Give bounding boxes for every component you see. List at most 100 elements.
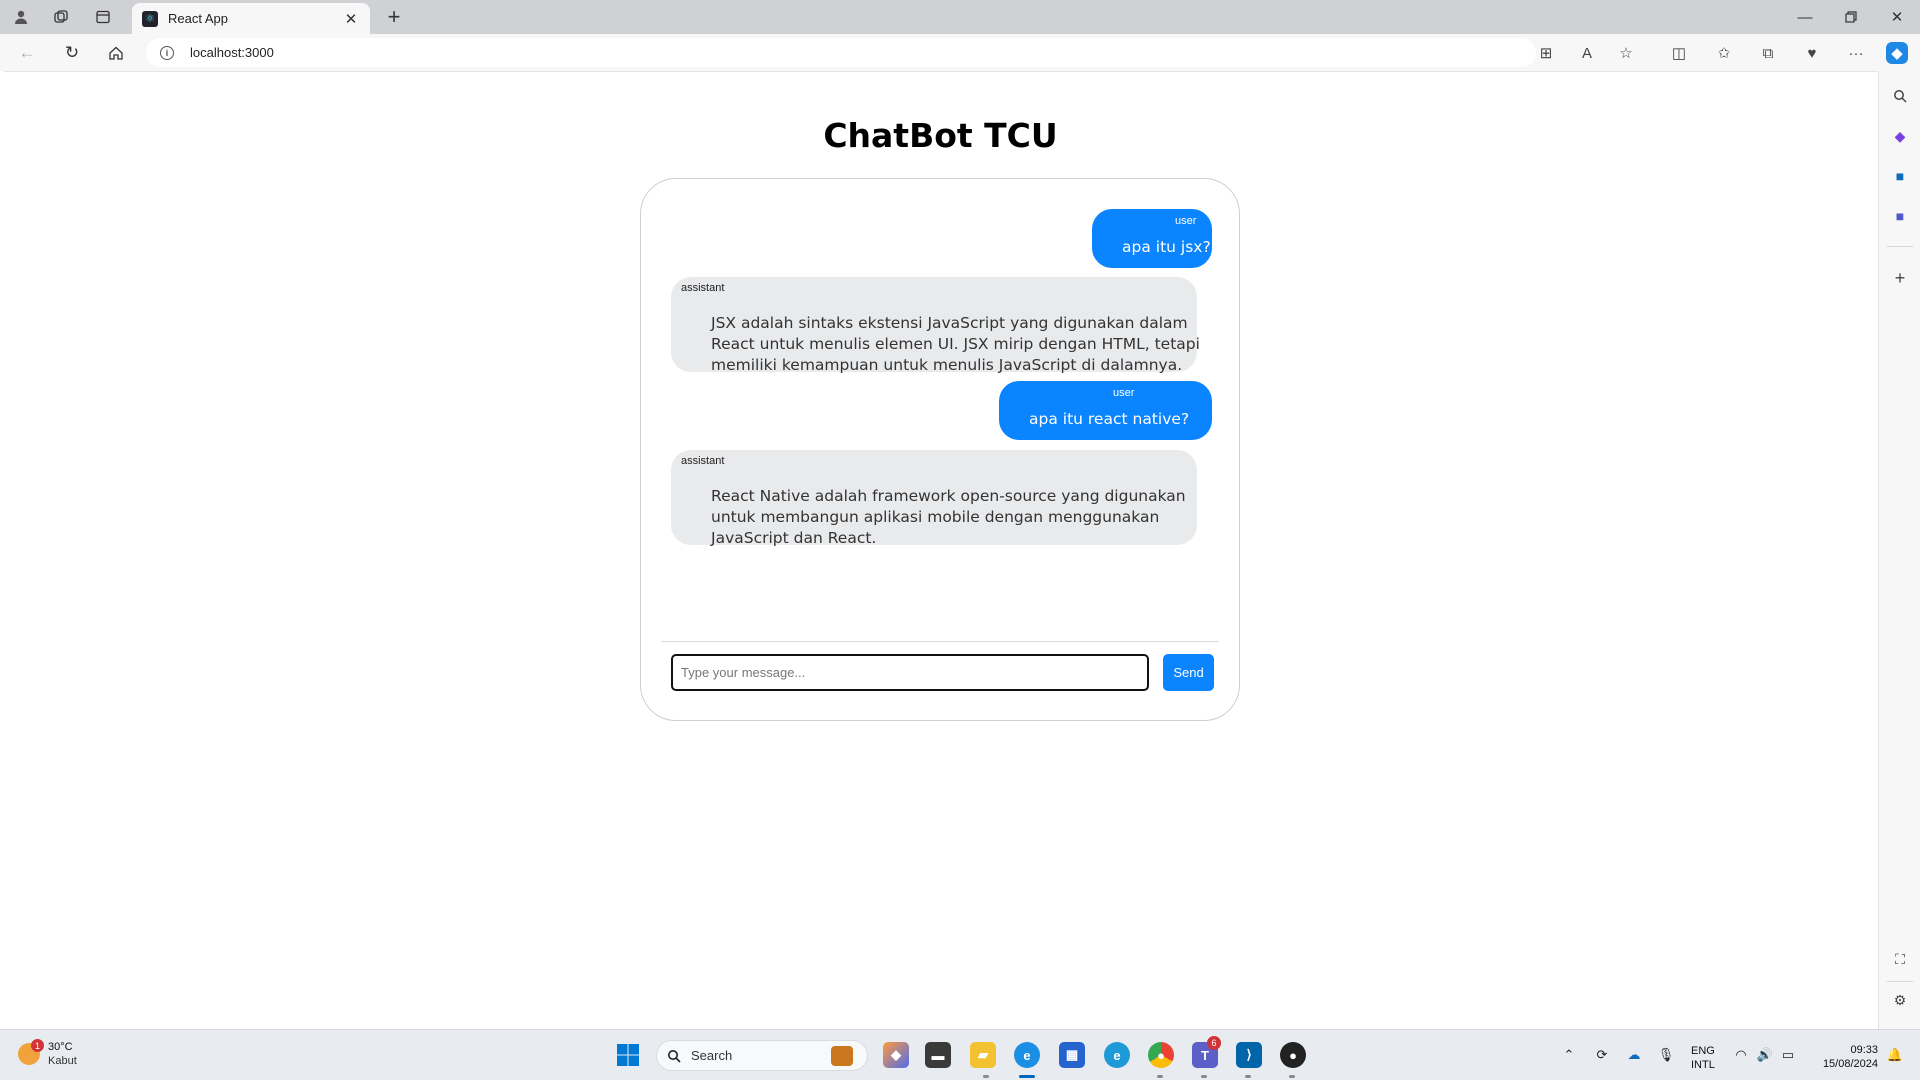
new-tab-button[interactable]: + (382, 4, 406, 29)
message-line: untuk membangun aplikasi mobile dengan m… (711, 508, 1160, 526)
chrome-icon[interactable]: ● (1148, 1042, 1174, 1068)
message-line: React untuk menulis elemen UI. JSX mirip… (711, 335, 1200, 353)
taskbar-search[interactable]: Search (656, 1040, 868, 1071)
language-code: ENG (1691, 1045, 1715, 1057)
start-windows-icon[interactable] (615, 1042, 641, 1068)
weather-widget[interactable]: 1 30°C Kabut (18, 1039, 77, 1068)
battery-icon[interactable]: ▭ (1779, 1046, 1797, 1064)
weather-temperature: 30°C (48, 1041, 73, 1053)
language-indicator[interactable]: ENG INTL (1691, 1044, 1715, 1072)
running-indicator (1245, 1075, 1251, 1078)
restore-button[interactable] (1836, 6, 1866, 28)
copilot-taskbar-icon[interactable]: ◆ (883, 1042, 909, 1068)
keyboard-layout: INTL (1691, 1059, 1715, 1071)
minimize-button[interactable]: — (1790, 6, 1820, 28)
assistant-message: assistant React Native adalah framework … (671, 450, 1197, 547)
assistant-message: assistant JSX adalah sintaks ekstensi Ja… (671, 277, 1200, 374)
file-explorer-icon[interactable]: ▰ (970, 1042, 996, 1068)
collections-icon[interactable]: ⧉ (1757, 42, 1779, 64)
message-line: React Native adalah framework open-sourc… (711, 487, 1186, 505)
profile-icon[interactable] (10, 7, 32, 27)
refresh-button[interactable]: ↻ (60, 42, 84, 64)
clock-time: 09:33 (1850, 1044, 1878, 1056)
search-icon[interactable] (1889, 85, 1911, 107)
search-icon (668, 1049, 681, 1063)
input-divider (661, 641, 1219, 642)
show-hidden-icons-chevron-icon[interactable]: ⌃ (1560, 1046, 1578, 1064)
read-aloud-icon[interactable]: A (1576, 42, 1598, 64)
tab-close-icon[interactable]: ✕ (342, 10, 360, 28)
copilot-icon[interactable]: ◆ (1886, 42, 1908, 64)
message-line: memiliki kemampuan untuk menulis JavaScr… (711, 356, 1183, 374)
tab-title: React App (168, 11, 228, 26)
sidebar-divider (1887, 981, 1913, 982)
more-options-icon[interactable]: ··· (1845, 42, 1867, 64)
message-role: assistant (681, 282, 725, 294)
terminal-icon[interactable]: ▬ (925, 1042, 951, 1068)
copilot-sidebar-icon[interactable]: ◆ (1889, 125, 1911, 147)
message-line: JSX adalah sintaks ekstensi JavaScript y… (711, 314, 1188, 332)
weather-badge: 1 (31, 1039, 44, 1052)
send-button[interactable]: Send (1163, 654, 1214, 691)
message-role: assistant (681, 455, 725, 467)
chat-container: user apa itu jsx? assistant JSX adalah s… (640, 178, 1240, 721)
add-app-icon[interactable]: + (1889, 267, 1911, 289)
outlook-icon[interactable]: ■ (1889, 165, 1911, 187)
notification-bell-icon[interactable]: 🔔 (1886, 1046, 1904, 1064)
teams-notification-badge: 6 (1207, 1036, 1221, 1050)
site-info-icon[interactable]: i (160, 45, 174, 60)
url-box[interactable]: i localhost:3000 (146, 38, 1536, 67)
user-message: user apa itu jsx? (1092, 209, 1212, 268)
home-button[interactable] (104, 42, 128, 64)
wifi-icon[interactable]: ◠ (1732, 1046, 1750, 1064)
workspaces-icon[interactable] (50, 7, 72, 27)
message-text: apa itu react native? (1029, 410, 1190, 428)
favorite-star-icon[interactable]: ☆ (1615, 42, 1637, 64)
github-desktop-icon[interactable]: ● (1280, 1042, 1306, 1068)
onedrive-icon[interactable]: ☁ (1625, 1046, 1643, 1064)
address-bar-row: ← ↻ i localhost:3000 ⊞ A ☆ ◫ ✩ ⧉ ♥ ··· ◆ (0, 34, 1920, 71)
running-indicator (1201, 1075, 1207, 1078)
volume-icon[interactable]: 🔊 (1756, 1046, 1774, 1064)
user-message: user apa itu react native? (999, 381, 1212, 440)
message-role: user (1175, 215, 1197, 227)
edge-dev-icon[interactable]: e (1104, 1042, 1130, 1068)
app-available-icon[interactable]: ⊞ (1535, 42, 1557, 64)
tab-react-app[interactable]: ⚛ React App ✕ (132, 3, 370, 34)
browser-tab-bar: ⚛ React App ✕ + — ✕ (0, 0, 1920, 34)
page-title: ChatBot TCU (823, 116, 1058, 155)
favorites-icon[interactable]: ✩ (1713, 42, 1735, 64)
settings-gear-icon[interactable]: ⚙ (1889, 989, 1911, 1011)
vertical-tabs-icon[interactable] (92, 7, 114, 27)
teams-icon[interactable]: ■ (1889, 205, 1911, 227)
search-highlight-icon (831, 1046, 853, 1066)
microsoft-store-icon[interactable]: ▦ (1059, 1042, 1085, 1068)
url-text: localhost:3000 (190, 45, 274, 60)
browser-essentials-icon[interactable]: ♥ (1801, 42, 1823, 64)
running-indicator (983, 1075, 989, 1078)
message-line: JavaScript dan React. (711, 529, 877, 547)
vscode-icon[interactable]: ⟩ (1236, 1042, 1262, 1068)
running-indicator (1157, 1075, 1163, 1078)
split-screen-icon[interactable]: ◫ (1668, 42, 1690, 64)
weather-fog-icon: 1 (18, 1039, 44, 1065)
react-favicon-icon: ⚛ (142, 10, 158, 27)
sync-icon[interactable]: ⟳ (1593, 1046, 1611, 1064)
message-role: user (1113, 387, 1135, 399)
screenshot-icon[interactable]: ⛶ (1889, 948, 1911, 970)
active-indicator (1019, 1075, 1035, 1078)
microphone-muted-icon[interactable]: 🎙 (1657, 1046, 1675, 1064)
taskbar: 1 30°C Kabut Search ◆ ▬ ▰ e ▦ e ● T 6 ⟩ … (0, 1029, 1920, 1080)
page-viewport: ChatBot TCU user apa itu jsx? assistant … (4, 71, 1877, 1029)
back-button[interactable]: ← (15, 42, 39, 64)
sidebar-divider (1887, 246, 1913, 247)
running-indicator (1289, 1075, 1295, 1078)
edge-sidebar: ◆ ■ ■ + ⛶ ⚙ (1878, 71, 1920, 1029)
edge-browser-icon[interactable]: e (1014, 1042, 1040, 1068)
system-clock[interactable]: 09:33 15/08/2024 (1810, 1043, 1878, 1071)
message-text: apa itu jsx? (1122, 238, 1211, 256)
taskbar-search-label: Search (691, 1048, 733, 1063)
message-input[interactable] (671, 654, 1149, 691)
weather-condition: Kabut (48, 1055, 77, 1067)
close-window-button[interactable]: ✕ (1882, 6, 1912, 28)
